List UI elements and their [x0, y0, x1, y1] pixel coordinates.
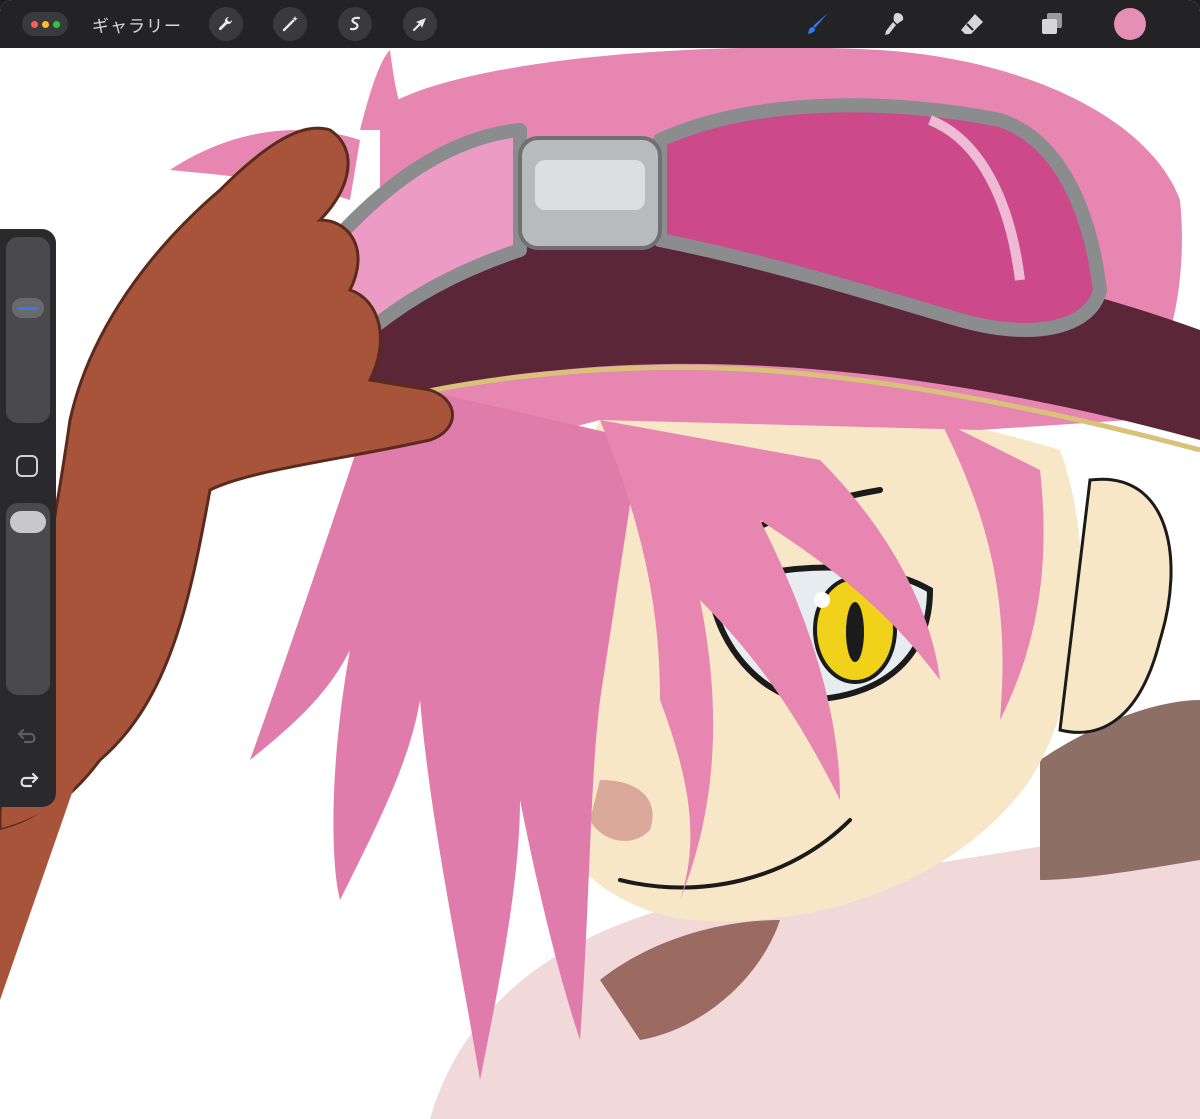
eraser-icon	[961, 14, 983, 34]
layers-button[interactable]	[1034, 6, 1070, 42]
top-toolbar: ギャラリー	[0, 0, 1200, 48]
size-indicator	[18, 306, 38, 310]
red-dot-icon	[30, 20, 38, 28]
actions-button[interactable]	[209, 7, 243, 41]
undo-icon	[17, 728, 36, 744]
redo-icon	[20, 772, 39, 788]
layers-icon	[1042, 13, 1062, 34]
wrench-icon	[218, 16, 233, 31]
window-menu-button[interactable]	[22, 12, 68, 36]
undo-button[interactable]	[14, 721, 42, 749]
redo-button[interactable]	[14, 765, 42, 793]
opacity-slider[interactable]	[6, 503, 50, 695]
color-picker-button[interactable]	[1114, 8, 1146, 40]
yellow-dot-icon	[41, 20, 49, 28]
adjustments-button[interactable]	[273, 7, 307, 41]
smudge-icon	[885, 13, 904, 35]
gallery-button[interactable]: ギャラリー	[92, 12, 182, 37]
brush-sidebar	[0, 229, 56, 807]
brush-size-thumb[interactable]	[12, 297, 44, 318]
artwork-layer	[0, 47, 1200, 1119]
brush-icon	[808, 13, 828, 34]
opacity-thumb[interactable]	[10, 511, 46, 533]
brush-size-slider[interactable]	[6, 237, 50, 423]
selection-s-icon	[349, 16, 361, 31]
modify-button[interactable]	[16, 455, 38, 477]
paint-tool-button[interactable]	[800, 6, 836, 42]
drawing-canvas[interactable]	[0, 47, 1200, 1119]
eraser-tool-button[interactable]	[954, 6, 990, 42]
green-dot-icon	[52, 20, 60, 28]
transform-button[interactable]	[403, 7, 437, 41]
transform-arrow-icon	[412, 18, 426, 32]
smudge-tool-button[interactable]	[876, 6, 912, 42]
selection-button[interactable]	[338, 7, 372, 41]
procreate-window: ギャラリー	[0, 0, 1200, 1119]
magic-wand-icon	[282, 16, 298, 32]
